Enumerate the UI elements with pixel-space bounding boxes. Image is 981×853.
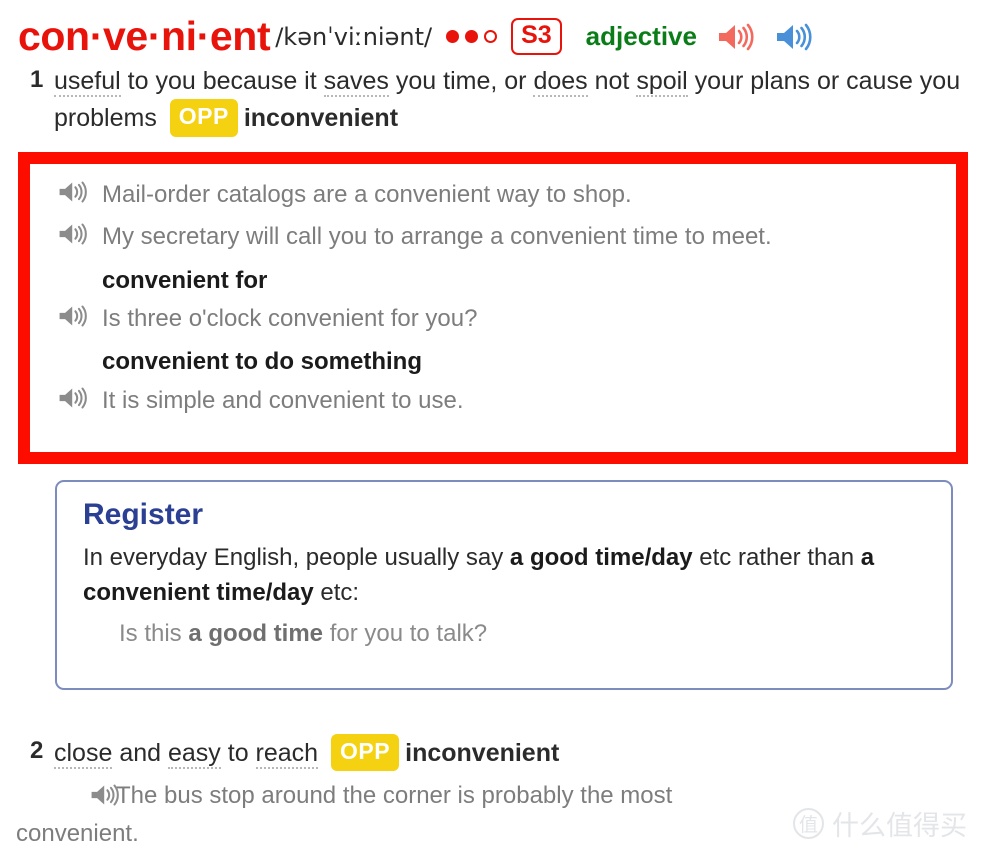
register-text: etc rather than — [692, 544, 861, 571]
frequency-dot-filled — [465, 30, 479, 43]
register-bold-phrase: a good time/day — [509, 544, 693, 571]
register-text: etc: — [313, 578, 360, 606]
sense-definition: close and easy to reach OPP inconvenient — [54, 734, 559, 772]
frequency-badge: S3 — [511, 18, 562, 55]
opposite-word[interactable]: inconvenient — [405, 739, 559, 767]
example-text: Is three o'clock convenient for you? — [102, 304, 478, 332]
speaker-icon[interactable] — [58, 386, 88, 419]
glossary-link[interactable]: reach — [255, 739, 319, 769]
sense-2: 2 close and easy to reach OPP inconvenien… — [0, 724, 981, 772]
definition-text: you time, or — [388, 67, 534, 95]
example-sentence: It is simple and convenient to use. — [30, 380, 956, 422]
example-sentence: Mail-order catalogs are a convenient way… — [30, 174, 956, 216]
sense-number: 1 — [30, 66, 44, 93]
opposite-badge: OPP — [331, 734, 400, 772]
highlighted-examples-box: Mail-order catalogs are a convenient way… — [18, 152, 968, 464]
register-body: In everyday English, people usually say … — [83, 541, 925, 611]
register-title: Register — [83, 498, 204, 531]
speaker-icon[interactable] — [58, 180, 88, 213]
watermark-logo: 值 — [793, 808, 824, 839]
glossary-link[interactable]: easy — [167, 739, 221, 769]
glossary-link[interactable]: useful — [54, 67, 121, 97]
register-box: Register In everyday English, people usu… — [55, 480, 953, 690]
register-text: In everyday English, people usually say — [83, 544, 510, 571]
example-text: My secretary will call you to arrange a … — [102, 223, 772, 251]
example-text: It is simple and convenient to use. — [102, 386, 464, 414]
part-of-speech: adjective — [585, 21, 697, 51]
example-text: Mail-order catalogs are a convenient way… — [102, 181, 632, 208]
register-example-bold: a good time — [188, 619, 324, 647]
audio-us-button[interactable] — [717, 22, 755, 52]
frequency-dot-filled — [446, 30, 460, 43]
definition-text: not — [587, 67, 637, 95]
sense-number: 2 — [30, 737, 44, 764]
sense-definition: useful to you because it saves you time,… — [54, 67, 960, 137]
glossary-link[interactable]: spoil — [636, 67, 688, 97]
watermark-text: 什么值得买 — [832, 811, 967, 842]
headword-row: con·ve·ni·ent /kənˈviːniənt/ S3 adjectiv… — [0, 0, 981, 57]
audio-uk-button[interactable] — [775, 22, 813, 52]
definition-text: to you because it — [120, 67, 324, 95]
definition-text — [318, 739, 325, 767]
collocation-label: convenient to do something — [102, 348, 423, 376]
speaker-icon[interactable] — [90, 781, 120, 818]
register-example-text: for you to talk? — [323, 619, 488, 647]
glossary-link[interactable]: does — [533, 67, 588, 97]
speaker-icon[interactable] — [58, 304, 88, 337]
frequency-dot-hollow — [484, 30, 498, 43]
definition-text: to — [220, 739, 256, 767]
watermark: 值 什么值得买 — [793, 804, 967, 843]
example-sentence: My secretary will call you to arrange a … — [30, 216, 956, 258]
glossary-link[interactable]: close — [54, 739, 113, 769]
sense-1: 1 useful to you because it saves you tim… — [0, 57, 981, 137]
speaker-icon[interactable] — [58, 222, 88, 255]
headword: con·ve·ni·ent — [18, 13, 271, 59]
frequency-indicator — [446, 30, 498, 43]
dictionary-entry: con·ve·ni·ent /kənˈviːniənt/ S3 adjectiv… — [0, 0, 981, 137]
opposite-badge: OPP — [169, 99, 238, 137]
register-example-text: Is this — [119, 619, 189, 647]
glossary-link[interactable]: saves — [323, 67, 389, 97]
register-example: Is this a good time for you to talk? — [83, 617, 925, 651]
pronunciation: /kənˈviːniənt/ — [275, 22, 433, 51]
collocation-label: convenient for — [102, 266, 268, 294]
definition-text: and — [112, 739, 168, 767]
example-sentence: Is three o'clock convenient for you? — [30, 298, 956, 340]
opposite-word[interactable]: inconvenient — [244, 104, 398, 132]
